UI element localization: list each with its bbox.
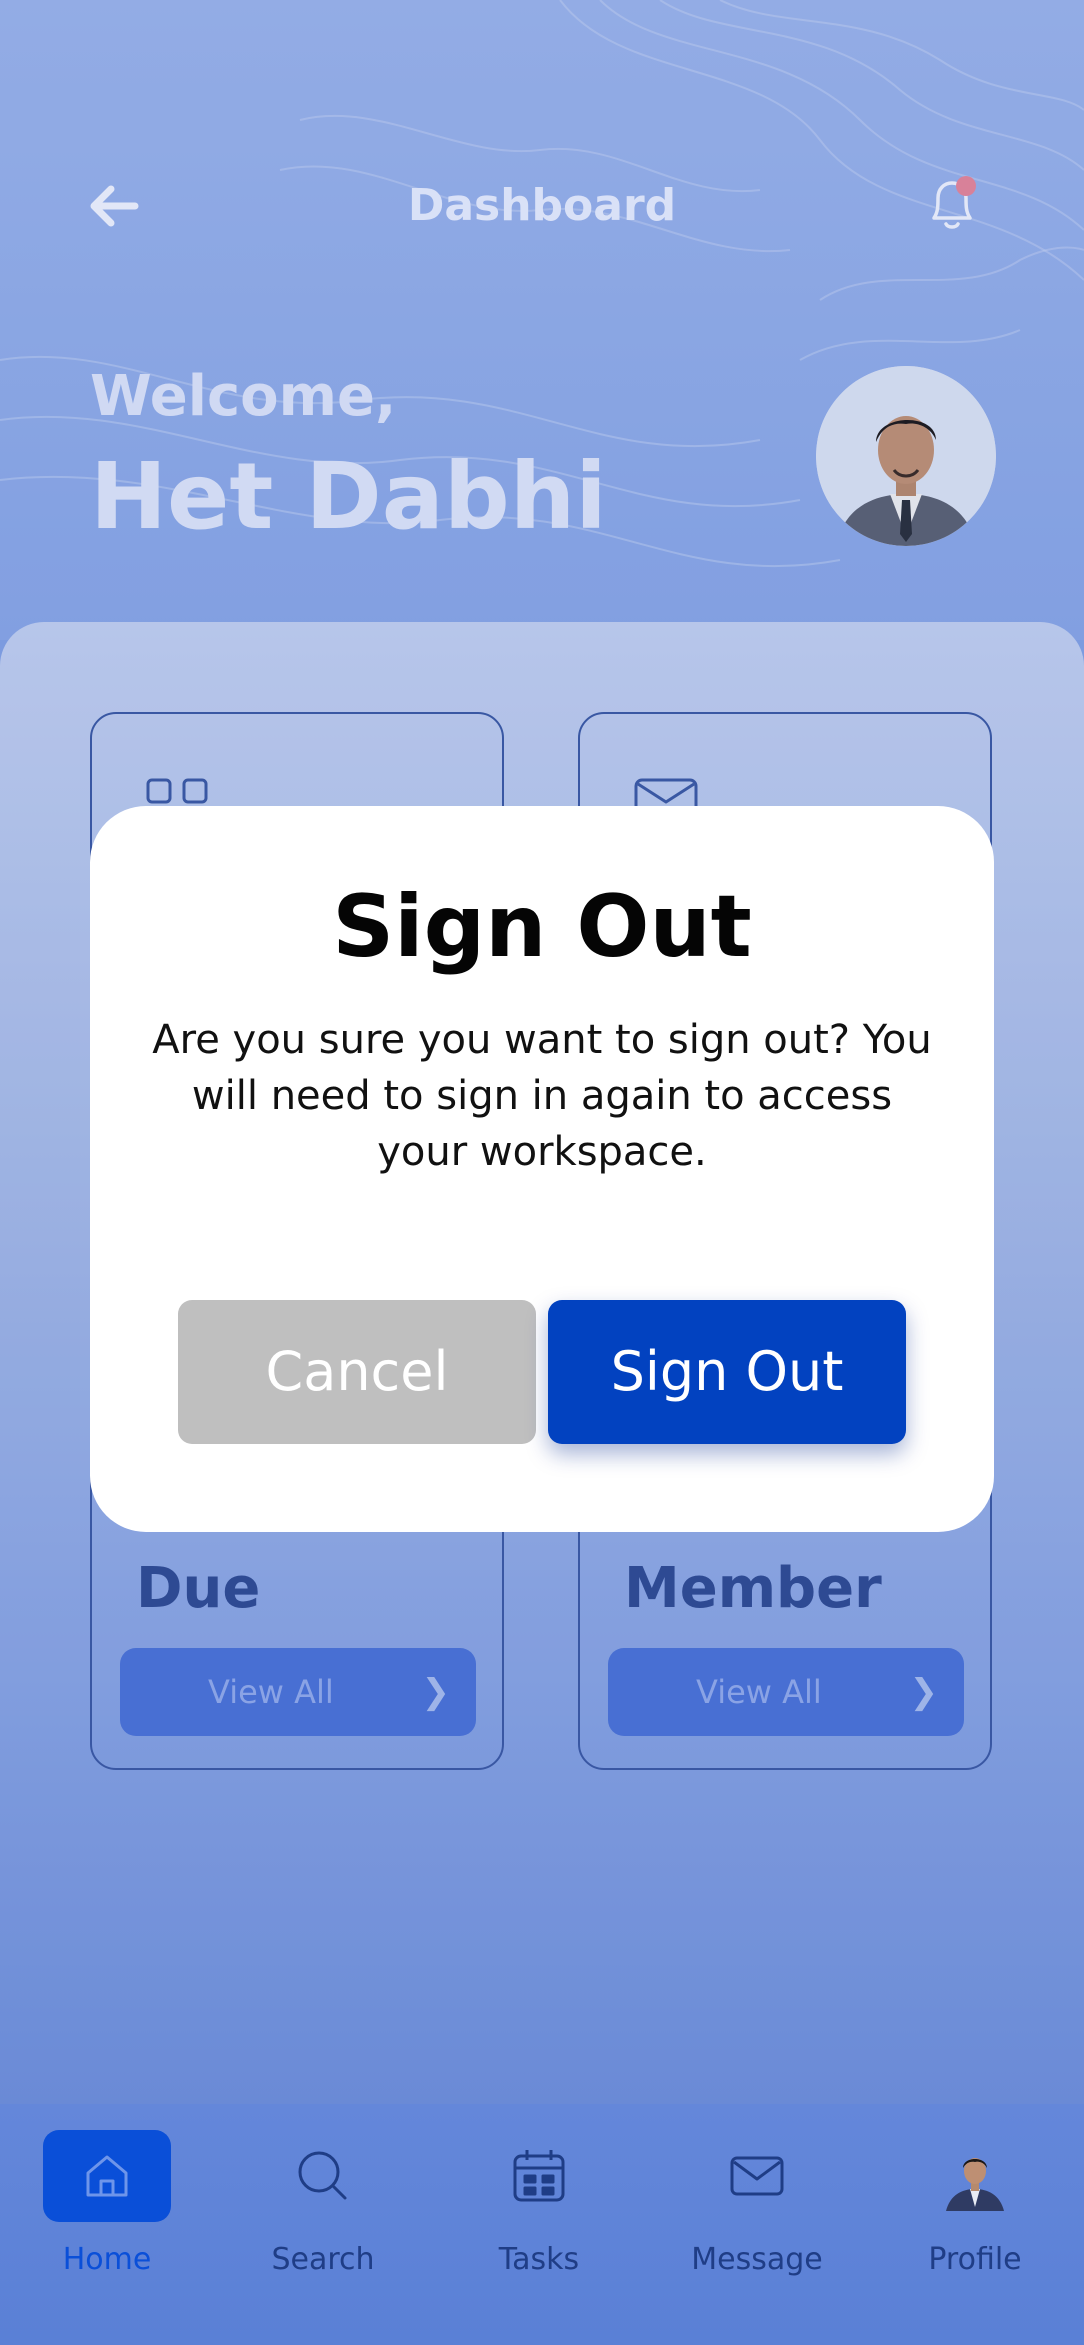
search-icon — [259, 2130, 387, 2222]
home-icon — [43, 2130, 171, 2222]
tab-label-profile: Profile — [928, 2242, 1022, 2277]
cancel-button[interactable]: Cancel — [178, 1300, 536, 1444]
dialog-message: Are you sure you want to sign out? You w… — [152, 1017, 932, 1175]
tab-profile[interactable]: Profile — [890, 2130, 1060, 2280]
tab-label-tasks: Tasks — [498, 2242, 580, 2277]
tab-tasks[interactable]: Tasks — [454, 2130, 624, 2280]
tab-search[interactable]: Search — [238, 2130, 408, 2280]
tab-label-home: Home — [62, 2242, 152, 2277]
avatar-icon — [911, 2130, 1039, 2222]
tab-label-search: Search — [271, 2242, 375, 2277]
tab-label-message: Message — [691, 2242, 823, 2277]
tab-message[interactable]: Message — [672, 2130, 842, 2280]
calendar-icon — [475, 2130, 603, 2222]
dialog-title: Sign Out — [332, 877, 752, 977]
tab-home[interactable]: Home — [22, 2130, 192, 2280]
bottom-tab-bar: Home Search Tasks Message Profile — [0, 2104, 1084, 2345]
mail-icon — [693, 2130, 821, 2222]
sign-out-dialog: Sign Out Are you sure you want to sign o… — [90, 806, 994, 1532]
sign-out-button[interactable]: Sign Out — [548, 1300, 906, 1444]
